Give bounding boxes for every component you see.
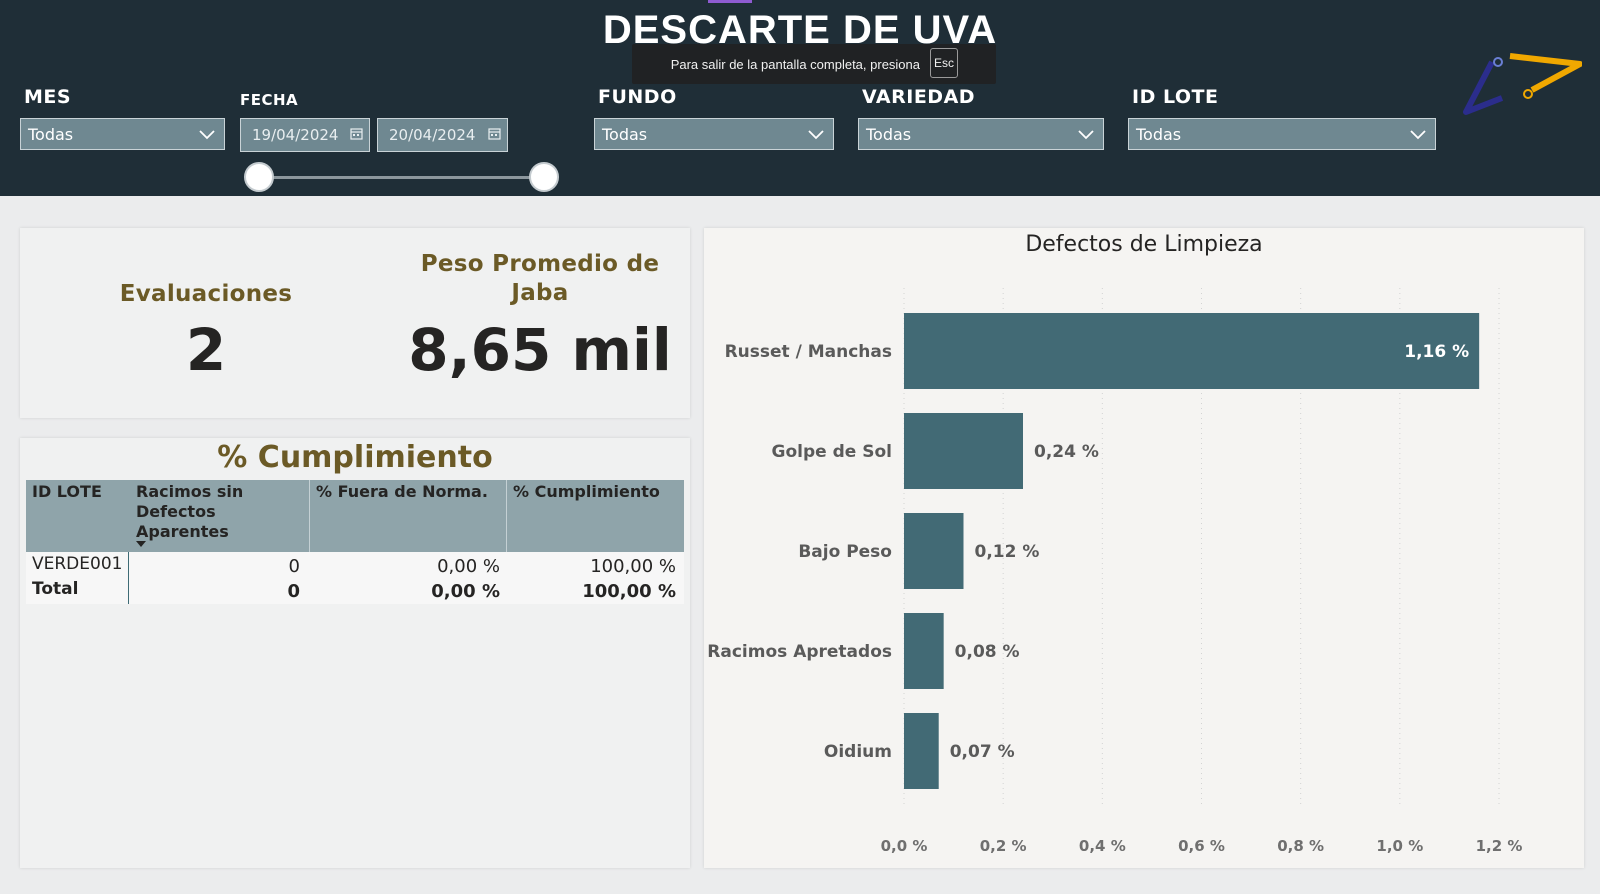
variedad-value: Todas — [866, 124, 912, 144]
col-header-racimos-line3: Aparentes — [136, 522, 229, 541]
fecha-label: FECHA — [240, 91, 299, 109]
category-label: Oidium — [824, 742, 892, 762]
x-tick-label: 1,0 % — [1376, 837, 1423, 855]
data-label: 0,07 % — [950, 742, 1015, 762]
category-label: Racimos Apretados — [707, 642, 892, 662]
mes-label: MES — [24, 86, 72, 108]
table-cell-fuera-norma: 0,00 % — [437, 556, 500, 577]
date-range-start-handle[interactable] — [244, 162, 274, 192]
col-header-fuera-norma[interactable]: % Fuera de Norma. — [316, 482, 488, 502]
chart-bar[interactable] — [904, 413, 1023, 489]
chart-bar[interactable] — [904, 713, 939, 789]
col-header-cumplimiento[interactable]: % Cumplimiento — [513, 482, 660, 502]
chevron-down-icon — [808, 130, 824, 140]
peso-promedio-value: 8,65 mil — [408, 316, 672, 384]
defectos-bar-chart: 0,0 % 0,2 % 0,4 % 0,6 % 0,8 % 1,0 % 1,2 % Russe… — [707, 288, 1523, 855]
date-range-end-handle[interactable] — [529, 162, 559, 192]
title-accent-bar — [708, 0, 752, 3]
total-label: Total — [32, 579, 79, 599]
total-fuera-norma: 0,00 % — [431, 581, 500, 602]
variedad-dropdown[interactable]: Todas — [858, 118, 1104, 150]
sort-descending-icon[interactable] — [136, 541, 146, 547]
data-label: 0,24 % — [1034, 442, 1099, 462]
cumplimiento-title: % Cumplimiento — [217, 440, 493, 475]
total-racimos: 0 — [287, 581, 300, 602]
fundo-dropdown[interactable]: Todas — [594, 118, 834, 150]
id-lote-value: Todas — [1136, 124, 1182, 144]
kpi-card: Evaluaciones 2 Peso Promedio de Jaba 8,6… — [20, 228, 690, 418]
column-divider — [506, 480, 507, 552]
data-label: 0,08 % — [955, 642, 1020, 662]
column-divider — [128, 552, 129, 604]
category-label: Russet / Manchas — [725, 342, 892, 362]
fecha-end-value: 20/04/2024 — [389, 126, 476, 144]
esc-key-hint: Esc — [930, 48, 958, 78]
x-tick-label: 0,2 % — [980, 837, 1027, 855]
category-label: Bajo Peso — [798, 542, 892, 562]
defectos-chart-card: Defectos de Limpieza 0,0 % 0,2 % 0,4 % 0,6 … — [704, 228, 1584, 868]
chart-bar[interactable] — [904, 613, 944, 689]
id-lote-label: ID LOTE — [1132, 86, 1219, 108]
chart-bar[interactable] — [904, 313, 1480, 389]
fecha-start-input[interactable]: 19/04/2024 — [240, 118, 370, 152]
total-cumplimiento: 100,00 % — [582, 581, 676, 602]
x-tick-label: 0,6 % — [1178, 837, 1225, 855]
data-label: 1,16 % — [1404, 342, 1469, 362]
fecha-start-value: 19/04/2024 — [252, 126, 339, 144]
id-lote-dropdown[interactable]: Todas — [1128, 118, 1436, 150]
toast-text: Para salir de la pantalla completa, pres… — [670, 56, 920, 72]
data-label: 0,12 % — [975, 542, 1040, 562]
x-tick-label: 0,4 % — [1079, 837, 1126, 855]
col-header-racimos[interactable]: Racimos sin Defectos Aparentes — [136, 482, 243, 542]
header-bar: DESCARTE DE UVA Para salir de la pantall… — [0, 0, 1600, 196]
peso-promedio-label-line1: Peso Promedio de — [420, 251, 660, 277]
column-divider — [309, 480, 310, 552]
fecha-end-input[interactable]: 20/04/2024 — [377, 118, 508, 152]
evaluaciones-label: Evaluaciones — [119, 281, 293, 307]
fundo-label: FUNDO — [598, 86, 677, 108]
fundo-value: Todas — [602, 124, 648, 144]
category-label: Golpe de Sol — [772, 442, 892, 462]
x-tick-label: 1,2 % — [1476, 837, 1523, 855]
chevron-down-icon — [1410, 130, 1426, 140]
fullscreen-exit-toast: Para salir de la pantalla completa, pres… — [632, 44, 996, 84]
calendar-icon[interactable] — [350, 127, 363, 140]
date-range-slider-track[interactable] — [260, 176, 544, 179]
company-logo-icon — [1463, 53, 1582, 115]
chart-bar[interactable] — [904, 513, 964, 589]
x-tick-label: 0,8 % — [1277, 837, 1324, 855]
col-header-racimos-line2: Defectos — [136, 502, 216, 521]
calendar-icon[interactable] — [488, 127, 501, 140]
mes-value: Todas — [28, 124, 74, 144]
evaluaciones-value: 2 — [185, 316, 227, 384]
table-cell-racimos: 0 — [288, 556, 300, 577]
variedad-label: VARIEDAD — [862, 86, 976, 108]
cumplimiento-card: % Cumplimiento ID LOTE Racimos sin Defec… — [20, 438, 690, 868]
peso-promedio-label-line2: Jaba — [511, 280, 569, 306]
col-header-racimos-line1: Racimos sin — [136, 482, 244, 501]
col-header-id-lote[interactable]: ID LOTE — [32, 482, 102, 502]
table-header-row: ID LOTE Racimos sin Defectos Aparentes %… — [26, 480, 684, 552]
table-body: VERDE001 0 0,00 % 100,00 % Total 0 0,00 … — [26, 552, 684, 604]
table-cell-cumplimiento: 100,00 % — [590, 556, 676, 577]
mes-dropdown[interactable]: Todas — [20, 118, 225, 150]
peso-promedio-label: Peso Promedio de Jaba — [360, 250, 720, 308]
chevron-down-icon — [199, 130, 215, 140]
table-cell-id-lote[interactable]: VERDE001 — [32, 554, 122, 574]
chevron-down-icon — [1078, 130, 1094, 140]
x-tick-label: 0,0 % — [881, 837, 928, 855]
